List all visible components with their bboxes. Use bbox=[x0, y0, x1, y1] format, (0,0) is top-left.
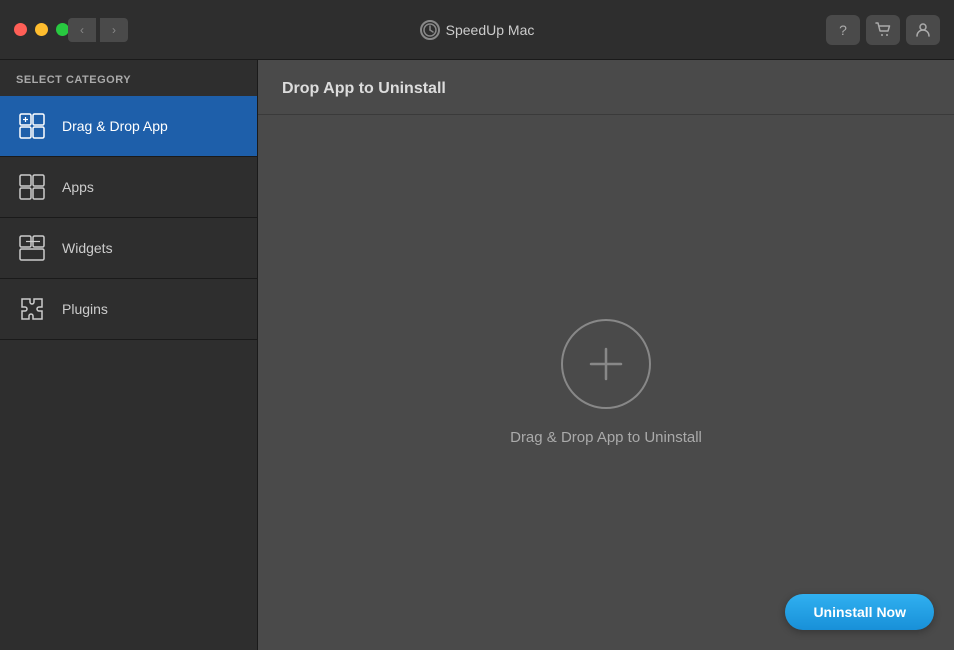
sidebar-header: Select Category bbox=[0, 60, 257, 96]
drop-zone[interactable]: Drag & Drop App to Uninstall bbox=[258, 115, 954, 650]
main-area: Select Category Drag & Drop App bbox=[0, 60, 954, 650]
navigation-arrows: ‹ › bbox=[68, 18, 128, 42]
sidebar-item-label: Apps bbox=[62, 179, 94, 195]
plugins-icon bbox=[16, 293, 48, 325]
sidebar-item-plugins[interactable]: Plugins bbox=[0, 279, 257, 340]
sidebar: Select Category Drag & Drop App bbox=[0, 60, 258, 650]
close-button[interactable] bbox=[14, 23, 27, 36]
sidebar-item-drag-drop[interactable]: Drag & Drop App bbox=[0, 96, 257, 157]
sidebar-item-label: Widgets bbox=[62, 240, 113, 256]
drop-zone-label: Drag & Drop App to Uninstall bbox=[510, 429, 702, 446]
user-button[interactable] bbox=[906, 15, 940, 45]
sidebar-item-widgets[interactable]: Widgets bbox=[0, 218, 257, 279]
drag-drop-icon bbox=[16, 110, 48, 142]
app-icon bbox=[420, 20, 440, 40]
minimize-button[interactable] bbox=[35, 23, 48, 36]
apps-icon bbox=[16, 171, 48, 203]
cart-button[interactable] bbox=[866, 15, 900, 45]
sidebar-item-label: Drag & Drop App bbox=[62, 118, 168, 134]
content-header: Drop App to Uninstall bbox=[258, 60, 954, 115]
drop-circle-icon bbox=[561, 319, 651, 409]
widgets-icon bbox=[16, 232, 48, 264]
titlebar: ‹ › SpeedUp Mac ? bbox=[0, 0, 954, 60]
help-button[interactable]: ? bbox=[826, 15, 860, 45]
app-name-label: SpeedUp Mac bbox=[446, 22, 535, 38]
app-title: SpeedUp Mac bbox=[420, 20, 535, 40]
window-controls bbox=[14, 23, 69, 36]
forward-button[interactable]: › bbox=[100, 18, 128, 42]
sidebar-item-label: Plugins bbox=[62, 301, 108, 317]
content-area: Drop App to Uninstall Drag & Drop App to… bbox=[258, 60, 954, 650]
uninstall-now-button[interactable]: Uninstall Now bbox=[785, 594, 934, 630]
sidebar-item-apps[interactable]: Apps bbox=[0, 157, 257, 218]
titlebar-actions: ? bbox=[826, 15, 940, 45]
back-button[interactable]: ‹ bbox=[68, 18, 96, 42]
